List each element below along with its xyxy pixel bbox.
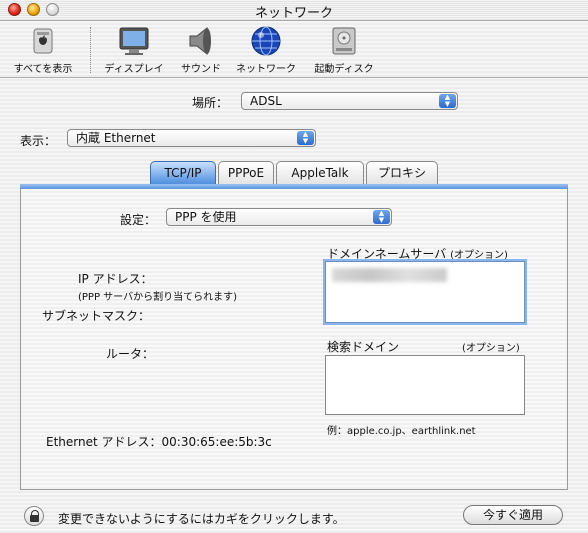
toolbar-divider	[0, 77, 588, 78]
toolbar-network-label: ネットワーク	[236, 64, 296, 75]
location-label: 場所：	[192, 96, 229, 110]
dns-optional: (オプション)	[450, 250, 508, 261]
ip-address-label: IP アドレス：	[78, 272, 153, 286]
dns-label-text: ドメインネームサーバ	[327, 247, 447, 261]
router-label: ルータ：	[106, 347, 155, 361]
dns-server-value-redacted	[332, 268, 447, 282]
location-popup[interactable]: ADSL ▲ ▼	[241, 92, 458, 110]
popup-arrows-icon: ▲ ▼	[439, 94, 456, 108]
search-domains-field[interactable]	[325, 355, 525, 415]
config-popup[interactable]: PPP を使用 ▲ ▼	[166, 208, 392, 226]
config-label: 設定：	[120, 213, 157, 227]
toolbar-show-all-label: すべてを表示	[13, 64, 73, 75]
ethernet-address: Ethernet アドレス：00:30:65:ee:5b:3c	[46, 435, 272, 449]
popup-arrows-icon: ▲ ▼	[373, 210, 390, 224]
startup-disk-icon	[327, 25, 361, 57]
location-value: ADSL	[250, 94, 282, 108]
lock-icon[interactable]	[24, 506, 44, 526]
search-domains-label: 検索ドメイン	[327, 340, 400, 354]
toolbar-displays-label: ディスプレイ	[104, 64, 164, 75]
display-icon	[117, 25, 151, 57]
toolbar: すべてを表示 ディスプレイ サウンド ネットワーク 起動ディスク	[0, 21, 588, 77]
config-value: PPP を使用	[175, 210, 237, 224]
tab-tcp-ip[interactable]: TCP/IP	[150, 161, 216, 184]
show-label: 表示：	[20, 134, 57, 148]
lock-message: 変更できないようにするにはカギをクリックします。	[58, 512, 345, 526]
tab-pppoe[interactable]: PPPoE	[218, 161, 274, 184]
toolbar-displays[interactable]: ディスプレイ	[96, 25, 172, 75]
apple-switch-icon	[26, 25, 60, 57]
tab-appletalk[interactable]: AppleTalk	[276, 161, 364, 184]
speaker-icon	[184, 25, 218, 57]
toolbar-sound-label: サウンド	[181, 64, 221, 75]
tab-proxy[interactable]: プロキシ	[366, 161, 438, 184]
popup-arrows-icon: ▲ ▼	[297, 131, 314, 145]
window-title: ネットワーク	[254, 6, 333, 21]
toolbar-separator	[90, 27, 91, 73]
search-domains-example: 例：apple.co.jp、earthlink.net	[327, 426, 476, 437]
ip-address-note: (PPP サーバから割り当てられます)	[78, 292, 237, 303]
toolbar-startup-disk-label: 起動ディスク	[314, 64, 374, 75]
show-value: 内蔵 Ethernet	[76, 131, 156, 145]
search-domains-optional: (オプション)	[462, 343, 520, 354]
globe-icon	[249, 25, 283, 57]
dns-servers-field[interactable]	[325, 261, 525, 323]
toolbar-startup-disk[interactable]: 起動ディスク	[306, 25, 382, 75]
toolbar-show-all[interactable]: すべてを表示	[6, 25, 80, 75]
title-bar[interactable]: ネットワーク	[0, 0, 588, 21]
toolbar-network[interactable]: ネットワーク	[230, 25, 302, 75]
toolbar-sound[interactable]: サウンド	[174, 25, 228, 75]
show-popup[interactable]: 内蔵 Ethernet ▲ ▼	[67, 129, 316, 147]
dns-label: ドメインネームサーバ (オプション)	[327, 245, 508, 262]
network-preferences-window: ネットワーク すべてを表示 ディスプレイ サウンド ネットワーク 起動ディスク …	[0, 0, 588, 533]
subnet-mask-label: サブネットマスク：	[42, 309, 151, 323]
apply-now-button[interactable]: 今すぐ適用	[463, 505, 563, 525]
